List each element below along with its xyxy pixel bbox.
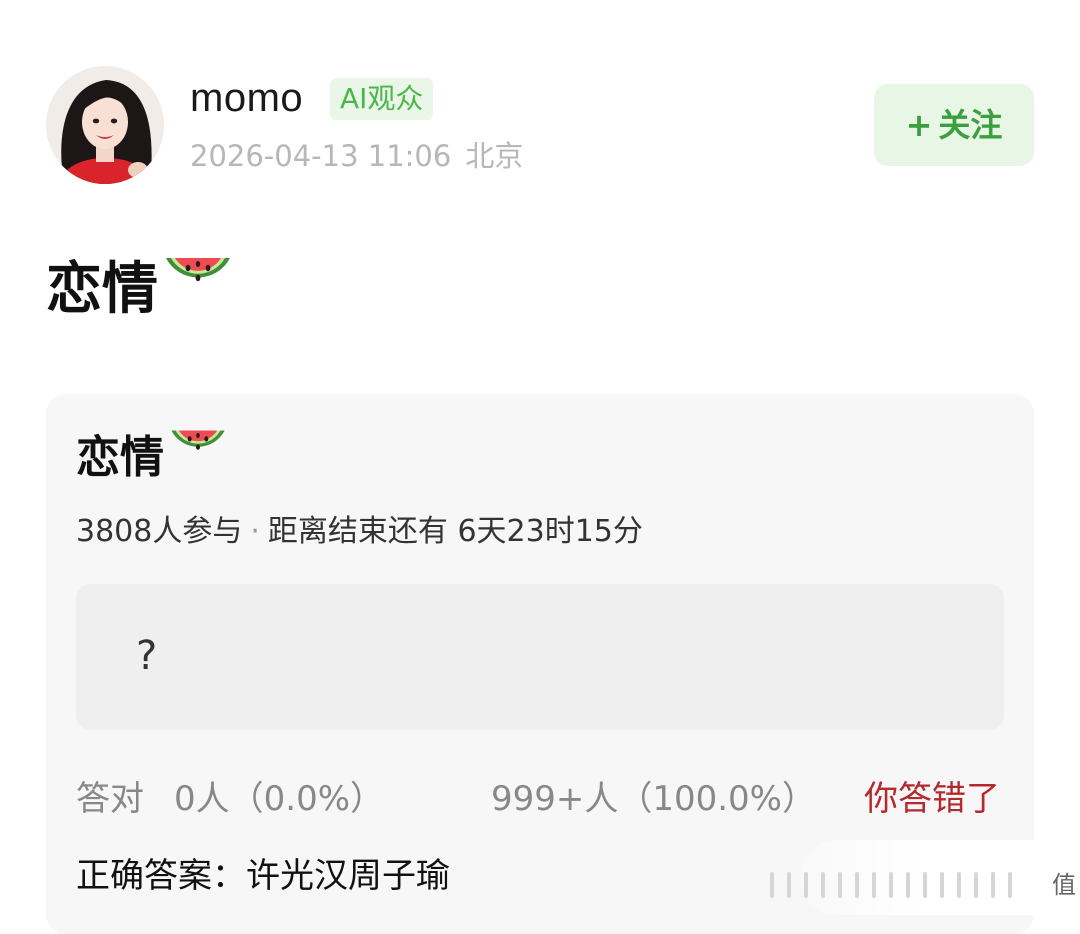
poll-title-text: 恋情	[76, 432, 164, 483]
poll-option-text: ?	[136, 633, 158, 679]
avatar[interactable]	[46, 66, 164, 184]
poll-option[interactable]: ?	[76, 584, 1004, 730]
watermark-stripes	[770, 872, 1012, 898]
plus-icon: +	[905, 106, 933, 144]
stripe	[957, 872, 961, 898]
correct-count: 0人（0.0%）	[174, 779, 385, 819]
stripe	[923, 872, 927, 898]
stripe	[838, 872, 842, 898]
poll-stats: 3808人参与 · 距离结束还有 6天23时15分	[76, 510, 643, 554]
correct-answer: 正确答案：许光汉周子瑜	[76, 856, 450, 896]
post-title-text: 恋情	[46, 257, 158, 322]
watermelon-icon	[162, 248, 234, 328]
stripe	[991, 872, 995, 898]
result-row: 答对 0人（0.0%） 999+人（100.0%） 你答错了	[76, 774, 1004, 824]
stripe	[855, 872, 859, 898]
follow-label: 关注	[938, 106, 1003, 144]
watermelon-icon	[168, 422, 228, 490]
time-remaining: 距离结束还有 6天23时15分	[267, 514, 643, 549]
username[interactable]: momo	[190, 74, 303, 122]
post-location: 北京	[465, 139, 524, 173]
poll-title: 恋情	[76, 428, 228, 490]
separator-dot: ·	[250, 514, 260, 549]
post-title: 恋情	[46, 254, 234, 328]
stripe	[906, 872, 910, 898]
stripe	[821, 872, 825, 898]
watermark-glyph: 值	[1052, 871, 1076, 899]
stripe	[804, 872, 808, 898]
stripe	[889, 872, 893, 898]
post-date: 2026-04-13 11:06	[190, 139, 452, 173]
post-meta: 2026-04-13 11:06 北京	[190, 136, 523, 176]
wrong-answer-message: 你答错了	[864, 779, 1000, 819]
stripe	[787, 872, 791, 898]
stripe	[1008, 872, 1012, 898]
stripe	[770, 872, 774, 898]
ai-audience-badge: AI观众	[330, 78, 434, 120]
participant-count: 3808人参与	[76, 514, 243, 549]
wrong-count: 999+人（100.0%）	[490, 779, 816, 819]
stripe	[872, 872, 876, 898]
correct-label: 答对	[76, 779, 144, 819]
stripe	[940, 872, 944, 898]
follow-button[interactable]: + 关注	[874, 84, 1034, 166]
stripe	[974, 872, 978, 898]
